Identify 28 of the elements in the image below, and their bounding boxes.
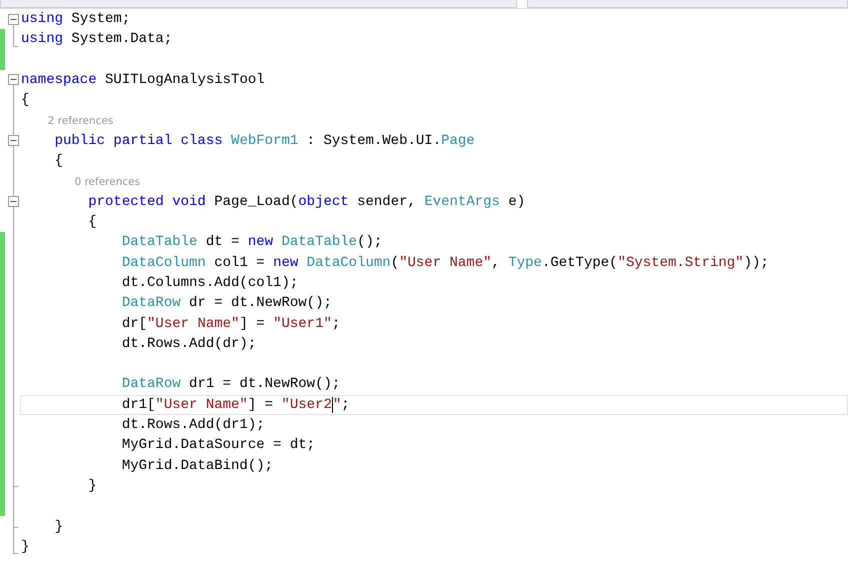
code-line: MyGrid.DataSource = dt; [120, 437, 316, 454]
references-link[interactable]: 0 references [74, 176, 140, 188]
code-line: dt.Rows.Add(dr1); [120, 417, 265, 434]
code-line: MyGrid.DataBind(); [120, 458, 274, 474]
collapse-icon[interactable] [8, 74, 19, 86]
code-line: protected void Page_Load(object sender, EventArgs e) [87, 194, 526, 210]
code-line: } [87, 478, 97, 494]
code-line: dt.Rows.Add(dr); [120, 336, 256, 352]
code-line: dt.Columns.Add(col1); [120, 275, 298, 291]
collapse-icon[interactable] [8, 196, 19, 208]
collapse-icon[interactable] [8, 135, 19, 146]
collapse-icon[interactable] [8, 14, 19, 24]
code-line: { [87, 214, 97, 230]
code-line: DataColumn col1 = new DataColumn("User Name", Type.GetType("System.String")); [120, 254, 769, 271]
code-line: } [54, 518, 64, 535]
code-line: using System.Data; [21, 31, 172, 48]
code-line: { [21, 92, 30, 108]
code-line: using System; [21, 11, 130, 28]
code-line: dr["User Name"] = "User1"; [120, 316, 340, 332]
code-line: DataTable dt = new DataTable(); [120, 234, 382, 250]
code-line: dr1["User Name"] = "User2"; [120, 396, 350, 413]
code-line: } [21, 538, 30, 555]
code-line: DataRow dr = dt.NewRow(); [120, 295, 332, 312]
code-line: namespace SUITLogAnalysisTool [21, 72, 265, 88]
code-line: { [54, 153, 64, 170]
code-line: DataRow dr1 = dt.NewRow(); [120, 376, 340, 392]
references-link[interactable]: 2 references [48, 114, 114, 127]
code-line: public partial class WebForm1 : System.Web.UI.Page [54, 132, 475, 149]
